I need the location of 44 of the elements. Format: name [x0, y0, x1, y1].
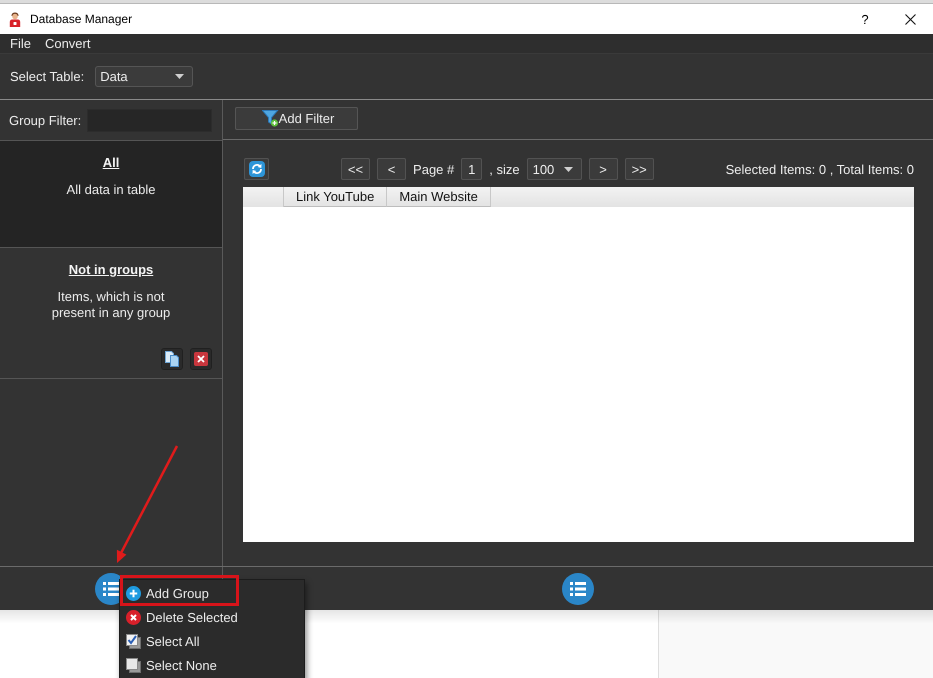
page-label: Page # [413, 162, 454, 176]
checkbox-checked-icon [126, 634, 141, 648]
previous-page-button[interactable]: < [377, 158, 406, 180]
caret-icon [564, 166, 573, 172]
first-page-button[interactable]: << [340, 158, 370, 180]
column-header[interactable]: Main Website [387, 187, 491, 207]
close-icon [904, 14, 916, 24]
group-title: All [102, 155, 120, 171]
checkbox-icon [126, 658, 141, 672]
list-icon[interactable] [562, 572, 594, 604]
item-count-status: Selected Items: 0 , Total Items: 0 [726, 162, 914, 176]
filter-icon [262, 110, 279, 127]
x-circle-icon [126, 610, 141, 624]
group-filter-label: Group Filter: [9, 112, 82, 128]
menu-bar-item[interactable]: Convert [38, 34, 98, 53]
refresh-button[interactable] [244, 158, 269, 180]
page-size-select[interactable]: 100 [526, 158, 582, 180]
caret-icon [175, 74, 184, 79]
add-filter-button[interactable]: Add Filter [235, 107, 358, 130]
copy-button[interactable] [161, 348, 183, 370]
close-icon [194, 352, 208, 366]
table-select[interactable]: Data [95, 66, 194, 87]
next-page-button[interactable]: > [588, 158, 618, 180]
column-header[interactable]: Link YouTube [284, 187, 388, 207]
group-title: Not in groups [68, 262, 154, 278]
menu-bar-item[interactable]: File [3, 34, 38, 53]
plus-icon [126, 586, 141, 600]
group-card[interactable]: All All data in table [0, 141, 222, 248]
refresh-icon [248, 161, 264, 177]
menu-item[interactable]: Select None [120, 653, 304, 677]
help-button[interactable]: ? [850, 4, 880, 34]
group-description: Items, which is not present in any group [50, 289, 172, 321]
delete-button[interactable] [190, 348, 212, 370]
copy-icon [165, 351, 179, 367]
menu-item[interactable]: Delete Selected [120, 605, 304, 629]
group-description: All data in table [66, 182, 156, 198]
menu-item[interactable]: Add Group [123, 581, 215, 605]
figure-icon [9, 12, 21, 26]
size-label: , size [489, 162, 520, 176]
select-table-label: Select Table: [10, 69, 84, 84]
window-title: Database Manager [30, 12, 134, 26]
menu-item[interactable]: Select All [120, 629, 304, 653]
page-number-field[interactable]: 1 [461, 158, 482, 180]
last-page-button[interactable]: >> [624, 158, 654, 180]
